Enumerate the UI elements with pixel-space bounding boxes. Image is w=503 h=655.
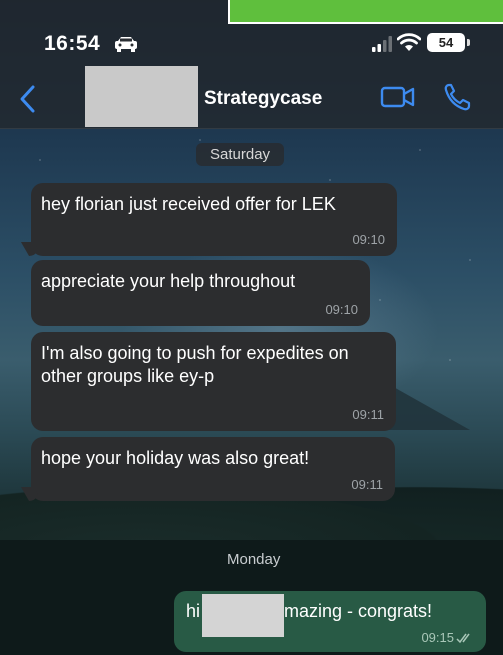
battery-indicator: 54	[427, 33, 465, 52]
incoming-message[interactable]: hey florian just received offer for LEK …	[31, 183, 397, 256]
incoming-message[interactable]: appreciate your help throughout 09:10	[31, 260, 370, 326]
message-time: 09:11	[352, 407, 384, 422]
date-chip-monday: Monday	[227, 551, 281, 568]
incoming-message[interactable]: I'm also going to push for expedites on …	[31, 332, 396, 431]
date-chip-saturday: Saturday	[196, 143, 285, 166]
message-text: hope your holiday was also great!	[41, 448, 310, 468]
redacted-text	[202, 594, 284, 637]
chat-screen: 16:54 54 Strategycase Saturday hey flori…	[0, 0, 503, 655]
phone-call-icon[interactable]	[443, 82, 471, 112]
video-call-icon[interactable]	[380, 84, 416, 110]
status-time: 16:54	[44, 32, 101, 55]
message-time: 09:15	[421, 630, 454, 645]
message-time: 09:10	[352, 232, 385, 247]
top-highlight-bar	[228, 0, 503, 24]
back-chevron-icon[interactable]	[18, 84, 38, 114]
message-text-end: mazing - congrats!	[284, 601, 433, 621]
message-time: 09:11	[351, 477, 383, 492]
wifi-icon	[397, 33, 421, 51]
incoming-message[interactable]: hope your holiday was also great! 09:11	[31, 437, 395, 501]
message-time: 09:10	[325, 302, 358, 317]
redacted-avatar	[85, 66, 198, 127]
message-text-start: hi	[186, 601, 201, 621]
double-check-icon	[456, 633, 470, 644]
message-text: appreciate your help throughout	[41, 271, 296, 291]
battery-tip	[467, 39, 470, 46]
chat-header: Strategycase	[0, 66, 503, 129]
car-icon	[115, 37, 137, 52]
message-text: I'm also going to push for expedites on …	[41, 343, 349, 386]
message-text: hey florian just received offer for LEK	[41, 194, 336, 214]
contact-name[interactable]: Strategycase	[204, 88, 322, 110]
signal-icon	[372, 36, 392, 52]
battery-level: 54	[438, 35, 454, 50]
